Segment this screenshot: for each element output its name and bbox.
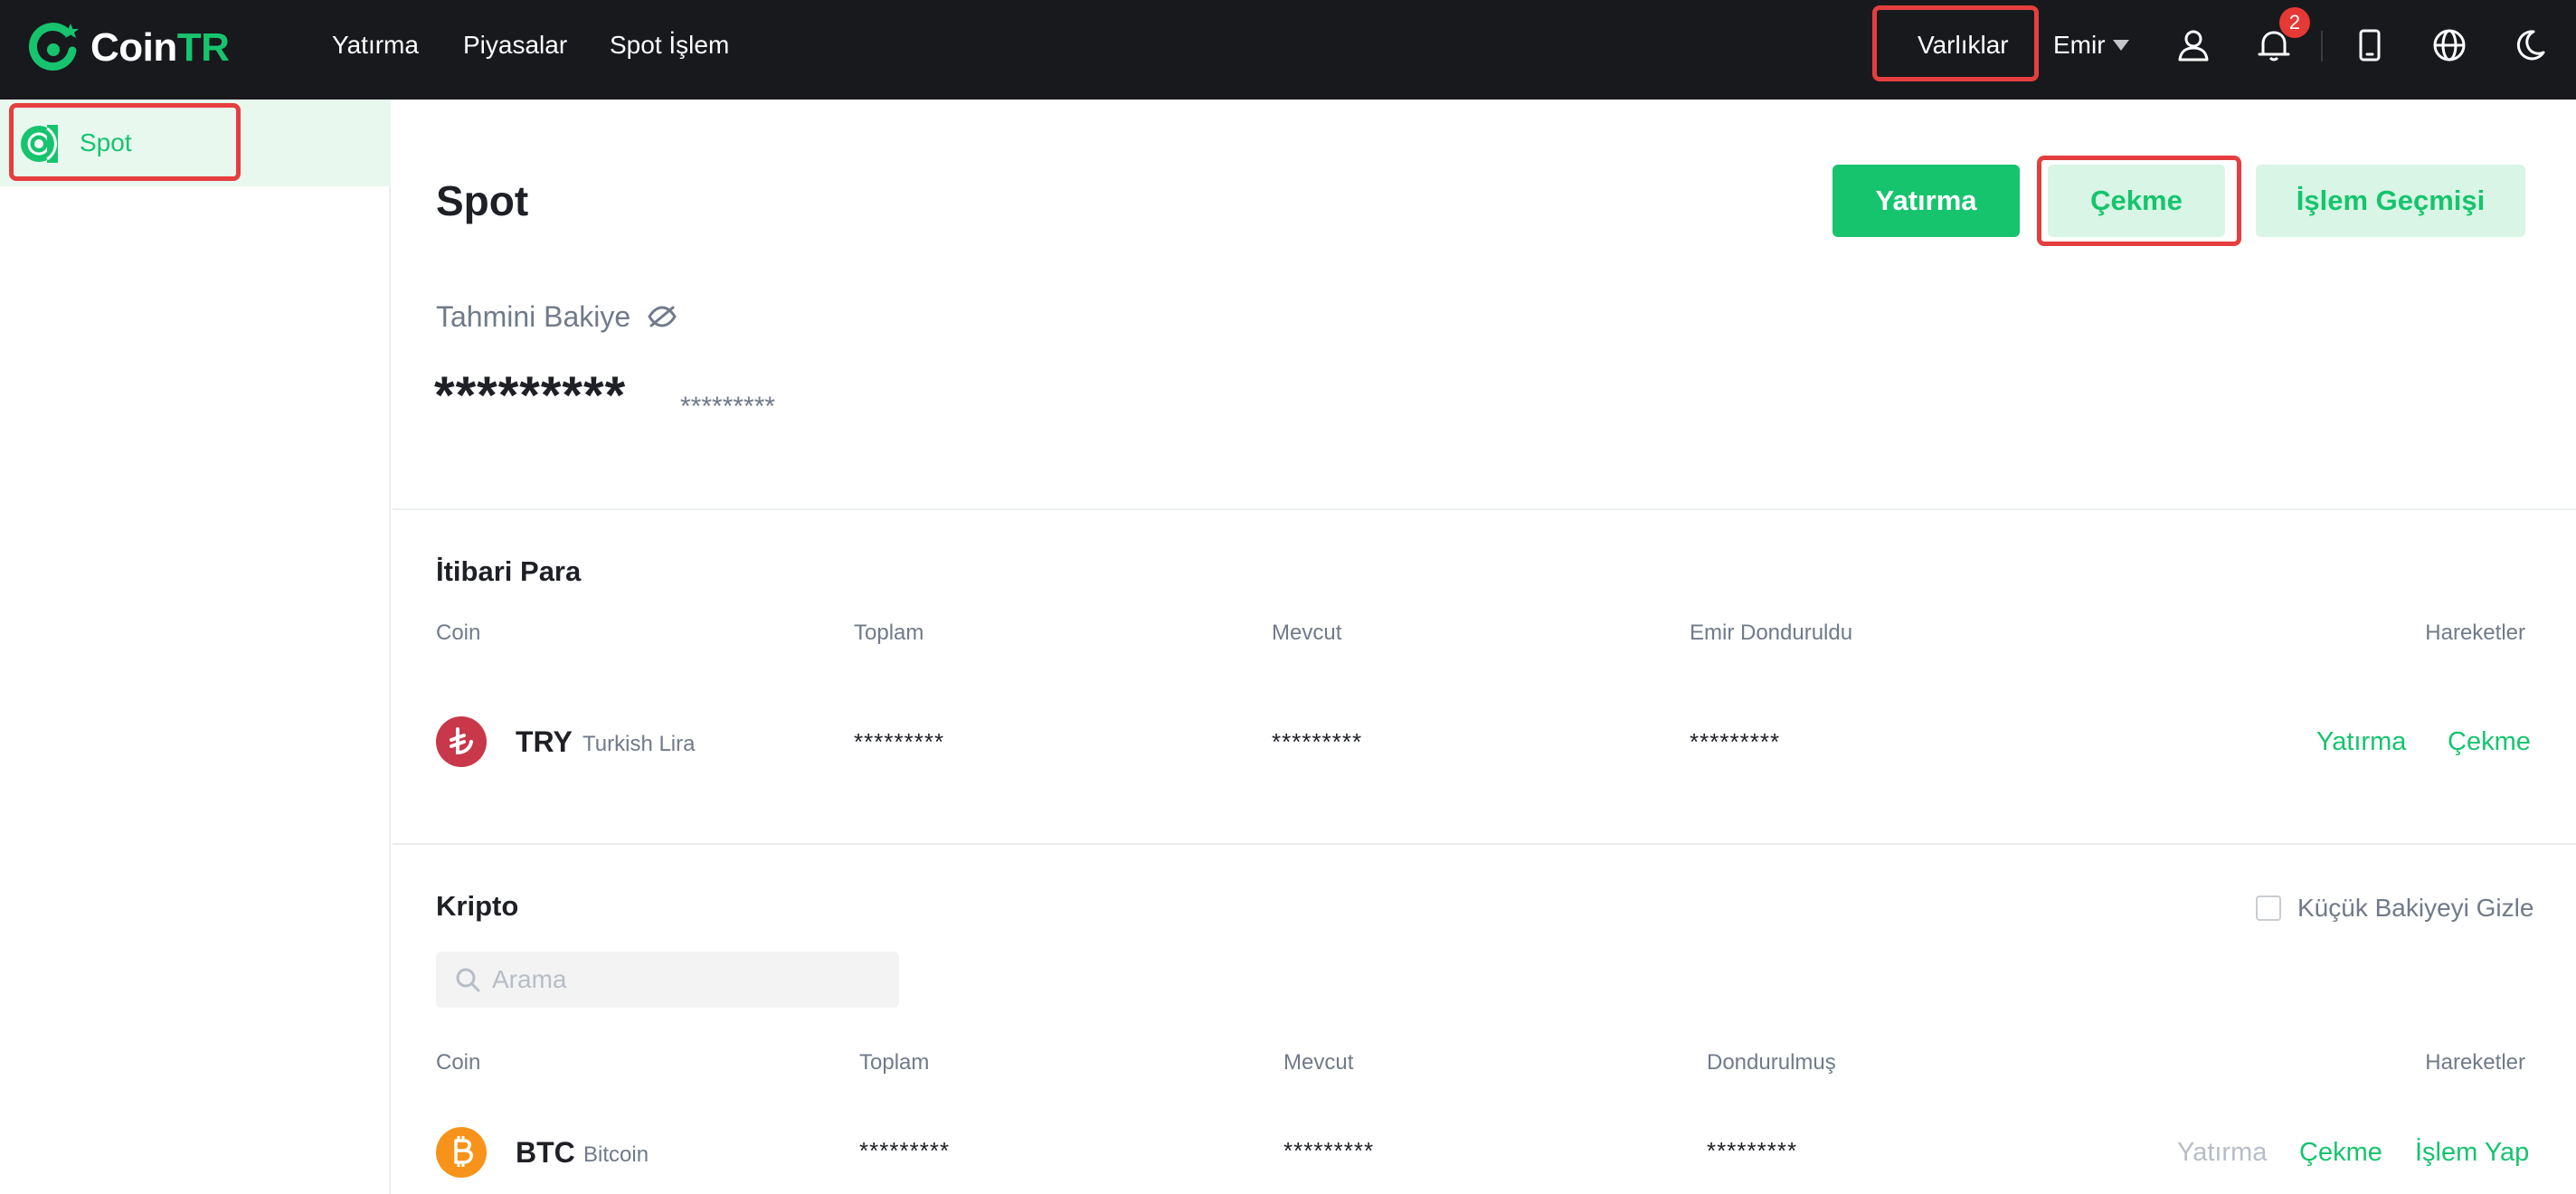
fiat-header-coin: Coin [436, 621, 481, 645]
estimated-balance-label: Tahmini Bakiye [436, 298, 677, 335]
crypto-section-title: Kripto [436, 890, 519, 922]
crypto-row-withdraw-link[interactable]: Çekme [2299, 1136, 2382, 1169]
divider [2321, 31, 2323, 62]
crypto-row-total: ********* [859, 1137, 951, 1164]
nav-deposit[interactable]: Yatırma [332, 27, 419, 63]
fiat-row-frozen: ********* [1690, 728, 1781, 755]
crypto-row-name: Bitcoin [583, 1142, 649, 1167]
mobile-app-button[interactable] [2347, 23, 2392, 68]
fiat-row-available: ********* [1272, 728, 1363, 755]
estimated-balance-value: ********* [434, 366, 627, 425]
crypto-row-deposit-link[interactable]: Yatırma [2177, 1136, 2267, 1169]
eye-hidden-icon[interactable] [647, 301, 677, 332]
crypto-search-box [436, 952, 899, 1008]
nav-assets[interactable]: Varlıklar [1918, 27, 2009, 63]
hide-small-balance-label: Küçük Bakiyeyi Gizle [2297, 894, 2534, 922]
globe-icon [2433, 29, 2466, 62]
btc-coin-icon [436, 1127, 487, 1178]
sidebar: Spot [0, 100, 391, 1194]
coin-logo-icon [28, 23, 79, 71]
crypto-row-trade-link[interactable]: İşlem Yap [2415, 1136, 2529, 1169]
spot-highlight-box [9, 103, 241, 181]
estimated-balance-secondary: ********* [680, 392, 776, 422]
page-title: Spot [436, 177, 529, 224]
search-icon [456, 968, 480, 992]
estimated-balance-text: Tahmini Bakiye [436, 300, 631, 333]
fiat-row-withdraw-link[interactable]: Çekme [2448, 725, 2531, 758]
crypto-row-available: ********* [1283, 1137, 1375, 1164]
crypto-row-symbol: BTC [516, 1136, 575, 1169]
notification-badge: 2 [2279, 7, 2310, 38]
phone-icon [2359, 29, 2381, 62]
user-name: Emir [2053, 31, 2106, 59]
hide-small-balance-toggle[interactable]: Küçük Bakiyeyi Gizle [2256, 892, 2533, 924]
theme-toggle-button[interactable] [2507, 23, 2552, 68]
bitcoin-icon [454, 1136, 473, 1167]
hide-small-balance-checkbox[interactable] [2256, 896, 2281, 921]
crypto-header-actions: Hareketler [2425, 1050, 2525, 1075]
fiat-header-actions: Hareketler [2425, 621, 2525, 645]
nav-markets[interactable]: Piyasalar [463, 27, 567, 63]
search-input[interactable] [492, 965, 872, 994]
nav-spot-trading[interactable]: Spot İşlem [610, 27, 729, 63]
profile-button[interactable] [2171, 23, 2216, 68]
lira-icon [450, 727, 473, 755]
fiat-row-deposit-link[interactable]: Yatırma [2316, 725, 2406, 758]
section-divider [393, 508, 2576, 510]
fiat-header-total: Toplam [854, 621, 924, 645]
crypto-row-frozen: ********* [1707, 1137, 1798, 1164]
crypto-header-total: Toplam [859, 1050, 930, 1075]
fiat-row-name: Turkish Lira [582, 732, 696, 756]
logo-text: CoinTR [90, 25, 230, 70]
section-divider [393, 843, 2576, 845]
crypto-header-available: Mevcut [1283, 1050, 1354, 1075]
language-button[interactable] [2427, 23, 2472, 68]
fiat-row-symbol: TRY [516, 725, 573, 758]
caret-down-icon [2112, 40, 2129, 51]
crypto-header-frozen: Dondurulmuş [1707, 1050, 1836, 1075]
transaction-history-button[interactable]: İşlem Geçmişi [2256, 165, 2525, 237]
crypto-header-coin: Coin [436, 1050, 481, 1075]
logo[interactable]: CoinTR [27, 20, 230, 76]
user-icon [2178, 30, 2209, 62]
deposit-button[interactable]: Yatırma [1833, 165, 2020, 237]
fiat-section-title: İtibari Para [436, 555, 582, 587]
withdraw-highlight-box [2037, 156, 2241, 246]
top-navigation-bar: CoinTR Yatırma Piyasalar Spot İşlem Varl… [0, 0, 2576, 100]
fiat-row-total: ********* [854, 728, 945, 755]
user-menu[interactable]: Emir [2053, 27, 2129, 63]
moon-icon [2516, 30, 2545, 61]
fiat-header-available: Mevcut [1272, 621, 1342, 645]
try-coin-icon [436, 716, 487, 767]
fiat-header-frozen: Emir Donduruldu [1690, 621, 1853, 645]
